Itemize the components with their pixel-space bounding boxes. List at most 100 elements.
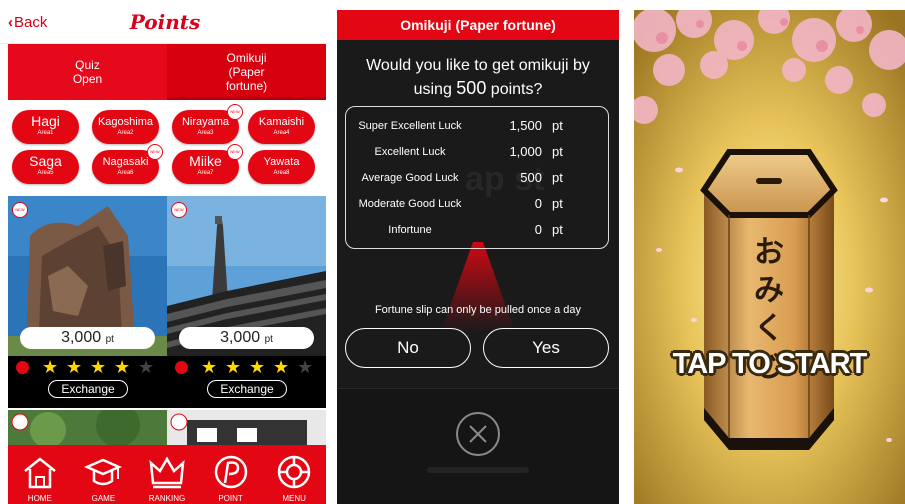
nav-game[interactable]: GAME	[72, 445, 136, 504]
nav-label: HOME	[27, 494, 52, 503]
close-icon[interactable]	[455, 411, 501, 457]
header: ‹Back Points	[0, 0, 330, 44]
fortune-label: Moderate Good Luck	[358, 198, 462, 210]
fortune-unit: pt	[552, 118, 563, 133]
area-number: Area2	[117, 130, 134, 136]
area-number: Area7	[197, 170, 214, 176]
price-pill: 3,000 pt	[20, 327, 155, 349]
bottom-nav: HOME GAME RANKING POINT MENU	[8, 445, 326, 504]
question-line-2: using 500 points?	[337, 77, 619, 101]
exchange-button[interactable]: Exchange	[207, 380, 287, 398]
nav-ranking[interactable]: RANKING	[135, 445, 199, 504]
product-card[interactable]: NEW 3,000 pt ★ ★ ★ ★ ★ Exchange	[167, 196, 326, 408]
new-badge: NEW	[147, 144, 163, 160]
point-p-icon	[214, 455, 247, 489]
fortune-unit: pt	[552, 144, 563, 159]
star-icon: ★	[201, 357, 218, 377]
area-button-1[interactable]: Hagi Area1	[12, 110, 79, 144]
fortune-value: 1,500	[509, 118, 542, 133]
new-badge: NEW	[12, 202, 28, 218]
area-number: Area1	[37, 130, 54, 136]
area-name: Kamaishi	[258, 116, 305, 128]
star-icon: ★	[66, 357, 83, 377]
area-name: Saga	[29, 153, 62, 169]
question-post: points?	[486, 81, 543, 98]
yes-button[interactable]: Yes	[483, 328, 609, 368]
crown-icon	[149, 456, 185, 489]
product-card[interactable]	[8, 410, 167, 450]
nav-label: MENU	[282, 494, 306, 503]
fortune-row: Average Good Luck 500 pt	[346, 165, 608, 191]
nav-point[interactable]: POINT	[199, 445, 263, 504]
area-button-8[interactable]: Yawata Area8	[248, 150, 315, 184]
area-filter-grid: Hagi Area1 Kagoshima Area2 Nirayama Area3 NEW K…	[8, 104, 326, 192]
area-button-5[interactable]: Saga Area5	[12, 150, 79, 184]
fortune-label: Average Good Luck	[361, 172, 459, 184]
area-name: Hagi	[31, 113, 60, 129]
fortune-row: Super Excellent Luck 1,500 pt	[346, 113, 608, 139]
product-photo-garden	[8, 410, 167, 450]
exchange-button[interactable]: Exchange	[48, 380, 128, 398]
area-button-3[interactable]: Nirayama Area3 NEW	[172, 104, 243, 144]
product-card[interactable]: NEW 3,000 pt ★ ★ ★ ★ ★ Exchange	[8, 196, 167, 408]
rating-stars: ★ ★ ★ ★ ★	[175, 357, 318, 377]
area-number: Area4	[273, 130, 290, 136]
star-icon: ★	[297, 357, 314, 377]
question-pre: using	[413, 81, 457, 98]
star-icon: ★	[90, 357, 107, 377]
area-button-4[interactable]: Kamaishi Area4	[248, 110, 315, 144]
fortune-label: Excellent Luck	[374, 146, 446, 158]
fortune-label: Super Excellent Luck	[358, 120, 462, 132]
product-card[interactable]	[167, 410, 326, 450]
fortune-unit: pt	[552, 196, 563, 211]
dialog-footer	[337, 388, 619, 504]
product-photo-building	[167, 410, 326, 450]
price-value: 3,000	[61, 329, 102, 346]
price-value: 3,000	[220, 329, 261, 346]
tap-to-start-label[interactable]: TAP TO START	[634, 348, 905, 381]
area-button-2[interactable]: Kagoshima Area2	[92, 110, 159, 144]
fortune-row: Excellent Luck 1,000 pt	[346, 139, 608, 165]
new-badge: NEW	[227, 104, 243, 120]
area-number: Area6	[117, 170, 134, 176]
rating-dot-icon	[16, 361, 29, 374]
once-a-day-note: Fortune slip can only be pulled once a d…	[374, 304, 582, 316]
fortune-unit: pt	[552, 222, 563, 237]
star-icon: ★	[225, 357, 242, 377]
fortune-table: Super Excellent Luck 1,500 pt Excellent Luc…	[345, 106, 609, 249]
tab-quiz[interactable]: Quiz Open	[8, 44, 167, 100]
area-button-7[interactable]: Miike Area7 NEW	[172, 144, 243, 184]
price-unit: pt	[264, 334, 273, 345]
omikuji-start-screen[interactable]: おみくじ TAP TO START	[634, 10, 905, 504]
star-icon: ★	[249, 357, 266, 377]
area-name: Kagoshima	[97, 116, 154, 128]
nav-label: POINT	[218, 494, 243, 503]
fortune-label: Infortune	[388, 224, 432, 236]
rating-stars: ★ ★ ★ ★ ★	[16, 357, 159, 377]
question-points: 500	[456, 78, 487, 98]
nav-label: RANKING	[148, 494, 186, 503]
dialog-question: Would you like to get omikuji by using 5…	[337, 54, 619, 101]
home-icon	[24, 457, 56, 489]
price-pill: 3,000 pt	[179, 327, 314, 349]
fortune-value: 0	[534, 196, 542, 211]
fortune-value: 0	[534, 222, 542, 237]
nav-menu[interactable]: MENU	[262, 445, 326, 504]
area-button-6[interactable]: Nagasaki Area6 NEW	[92, 144, 163, 184]
area-number: Area3	[197, 130, 214, 136]
nav-home[interactable]: HOME	[8, 445, 72, 504]
star-icon: ★	[114, 357, 131, 377]
new-badge: NEW	[171, 202, 187, 218]
star-icon: ★	[273, 357, 290, 377]
footer-faint-text	[427, 467, 529, 473]
star-icon: ★	[138, 357, 155, 377]
graduation-cap-icon	[84, 458, 123, 486]
tab-omikuji[interactable]: Omikuji (Paper fortune)	[167, 44, 326, 100]
nav-label: GAME	[91, 494, 116, 503]
price-unit: pt	[105, 334, 114, 345]
area-name: Yawata	[263, 156, 300, 168]
no-button[interactable]: No	[345, 328, 471, 368]
area-number: Area8	[273, 170, 290, 176]
new-badge: NEW	[227, 144, 243, 160]
fortune-row: Moderate Good Luck 0 pt	[346, 191, 608, 217]
